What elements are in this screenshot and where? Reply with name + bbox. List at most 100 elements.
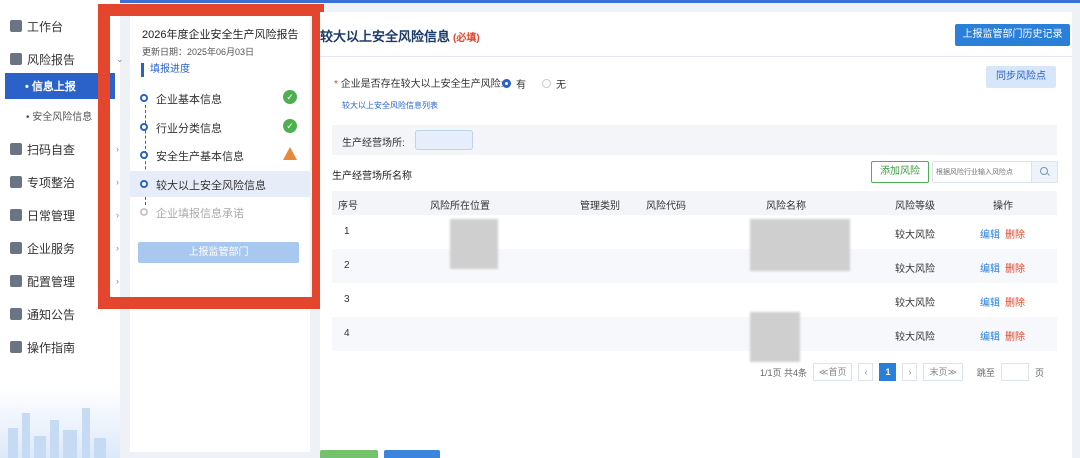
- row-level: 较大风险: [895, 264, 935, 275]
- history-button[interactable]: 上报监管部门历史记录: [955, 24, 1070, 46]
- search-icon[interactable]: [1031, 162, 1057, 182]
- delete-link[interactable]: 删除: [1005, 328, 1025, 343]
- sidebar-item-label: 扫码自查: [27, 142, 76, 157]
- row-no: 1: [344, 226, 350, 237]
- delete-link[interactable]: 删除: [1005, 294, 1025, 309]
- site-name-label: 生产经营场所名称: [332, 171, 412, 182]
- pager-summary: 1/1页 共4条: [760, 367, 808, 378]
- pagination: 1/1页 共4条 ≪首页 ‹ 1 › 末页≫ 跳至 页: [760, 363, 1044, 381]
- sidebar-item-label: 通知公告: [27, 307, 76, 322]
- save-button[interactable]: [320, 450, 378, 458]
- sidebar-item-scan-check[interactable]: 扫码自查 ›: [10, 138, 119, 160]
- sidebar-item-label: 专项整治: [27, 175, 76, 190]
- sidebar-item-safety-risk-info[interactable]: • 安全风险信息: [26, 108, 92, 123]
- col-name: 风险名称: [766, 201, 806, 212]
- row-level: 较大风险: [895, 332, 935, 343]
- grid-icon: [10, 242, 22, 254]
- jump-page-input[interactable]: [1000, 363, 1029, 381]
- sidebar-item-guide[interactable]: 操作指南: [10, 336, 75, 358]
- risk-search: [932, 161, 1058, 183]
- row-no: 4: [344, 328, 350, 339]
- sidebar-item-dashboard[interactable]: 工作台: [10, 15, 63, 37]
- add-risk-button[interactable]: 添加风险: [871, 161, 929, 183]
- required-mark: (必填): [453, 33, 480, 44]
- sync-risk-button[interactable]: 同步风险点: [986, 66, 1056, 88]
- app-root: 工作台 风险报告 ⌄ • 信息上报 • 安全风险信息 扫码自查 › 专项整治 ›…: [0, 0, 1080, 458]
- table-row: 4 较大风险 编辑 删除: [332, 317, 1057, 351]
- site-label: 生产经营场所:: [342, 138, 405, 149]
- redacted-risk-name: [750, 219, 850, 271]
- dashboard-icon: [10, 20, 22, 32]
- first-page-button[interactable]: ≪首页: [813, 363, 853, 381]
- radio-yes-label: 有: [516, 80, 526, 91]
- row-no: 2: [344, 260, 350, 271]
- divider: [320, 56, 1072, 57]
- row-level: 较大风险: [895, 230, 935, 241]
- table-row: 2 较大风险 编辑 删除: [332, 249, 1057, 283]
- required-star: *: [334, 79, 338, 90]
- book-icon: [10, 341, 22, 353]
- search-input[interactable]: [933, 162, 1031, 182]
- sidebar-item-special-rectify[interactable]: 专项整治 ›: [10, 171, 119, 193]
- sidebar-item-notice[interactable]: 通知公告: [10, 303, 75, 325]
- radio-checked-icon: [502, 79, 511, 88]
- highlight-annotation-frame: [98, 4, 324, 309]
- top-accent-bar: [0, 0, 1080, 3]
- report-icon: [10, 53, 22, 65]
- risk-question-text: 企业是否存在较大以上安全生产风险:: [340, 79, 504, 90]
- prev-page-button[interactable]: ‹: [858, 363, 874, 381]
- page-1-button[interactable]: 1: [879, 363, 897, 381]
- sidebar-item-label: 工作台: [27, 19, 64, 34]
- jump-label: 跳至: [976, 367, 995, 378]
- row-no: 3: [344, 294, 350, 305]
- row-level: 较大风险: [895, 298, 935, 309]
- risk-table: 序号 风险所在位置 管理类别 风险代码 风险名称 风险等级 操作 1 较大风险 …: [332, 191, 1057, 362]
- edit-link[interactable]: 编辑: [980, 328, 1000, 343]
- main-content: 较大以上安全风险信息 (必填) 上报监管部门历史记录 * 企业是否存在较大以上安全…: [320, 12, 1072, 458]
- table-row: 1 较大风险 编辑 删除: [332, 215, 1057, 249]
- col-code: 风险代码: [646, 201, 686, 212]
- sidebar-item-label: 日常管理: [27, 208, 76, 223]
- delete-link[interactable]: 删除: [1005, 226, 1025, 241]
- delete-link[interactable]: 删除: [1005, 260, 1025, 275]
- radio-unchecked-icon: [542, 79, 551, 88]
- edit-link[interactable]: 编辑: [980, 226, 1000, 241]
- scan-icon: [10, 143, 22, 155]
- calendar-icon: [10, 209, 22, 221]
- col-location: 风险所在位置: [430, 201, 490, 212]
- notice-icon: [10, 308, 22, 320]
- site-filter-row: 生产经营场所:: [332, 125, 1057, 155]
- page-title-text: 较大以上安全风险信息: [320, 29, 451, 44]
- col-no: 序号: [338, 201, 358, 212]
- sidebar-item-daily-mgmt[interactable]: 日常管理 ›: [10, 204, 119, 226]
- radio-yes[interactable]: 有: [502, 76, 526, 91]
- next-page-button[interactable]: ›: [902, 363, 918, 381]
- redacted-location: [450, 219, 498, 269]
- page-unit: 页: [1034, 367, 1044, 378]
- site-select[interactable]: [415, 130, 473, 150]
- table-row: 3 较大风险 编辑 删除: [332, 283, 1057, 317]
- radio-no[interactable]: 无: [542, 76, 566, 91]
- last-page-button[interactable]: 末页≫: [923, 363, 963, 381]
- sidebar-item-label: 风险报告: [27, 52, 76, 67]
- redacted-risk-name: [750, 312, 800, 362]
- col-category: 管理类别: [580, 201, 620, 212]
- sidebar-item-label: 企业服务: [27, 241, 76, 256]
- sidebar-item-enterprise-service[interactable]: 企业服务 ›: [10, 237, 119, 259]
- warning-icon: [10, 176, 22, 188]
- sidebar-item-label: 操作指南: [27, 340, 76, 355]
- sidebar-item-label: 配置管理: [27, 274, 76, 289]
- page-title: 较大以上安全风险信息 (必填): [320, 26, 480, 45]
- edit-link[interactable]: 编辑: [980, 294, 1000, 309]
- risk-list-link[interactable]: 较大以上安全风险信息列表: [342, 100, 438, 111]
- table-header: 序号 风险所在位置 管理类别 风险代码 风险名称 风险等级 操作: [332, 191, 1057, 215]
- edit-link[interactable]: 编辑: [980, 260, 1000, 275]
- sidebar-item-config[interactable]: 配置管理 ›: [10, 270, 119, 292]
- risk-question: * 企业是否存在较大以上安全生产风险:: [334, 75, 503, 90]
- settings-icon: [10, 275, 22, 287]
- sidebar-item-risk-report[interactable]: 风险报告 ⌄: [10, 48, 124, 70]
- col-action: 操作: [993, 201, 1013, 212]
- radio-no-label: 无: [556, 80, 566, 91]
- next-step-button[interactable]: [384, 450, 440, 458]
- col-level: 风险等级: [895, 201, 935, 212]
